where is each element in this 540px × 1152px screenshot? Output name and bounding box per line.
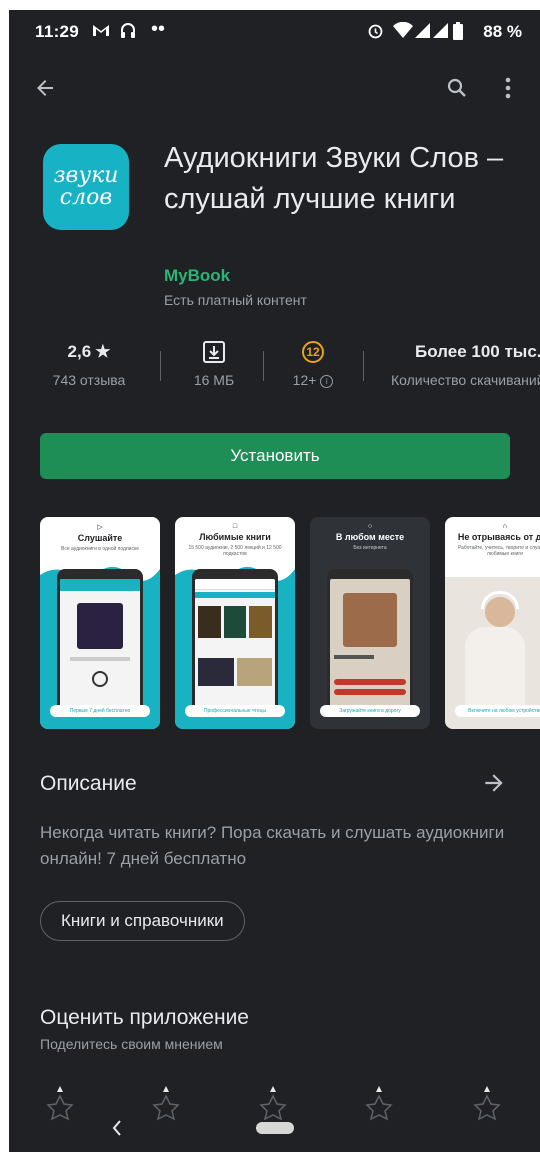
- screenshot-subtitle: Без интернета: [353, 545, 387, 551]
- screenshot-caption: Слушайте: [77, 533, 123, 543]
- more-notifications-icon: ••: [151, 18, 166, 40]
- arrow-left-icon: [37, 80, 53, 96]
- arrow-right-icon: [485, 774, 503, 792]
- star-icon: ★: [95, 342, 111, 361]
- nav-back-button[interactable]: [110, 1118, 124, 1143]
- screenshot-caption: В любом месте: [335, 532, 405, 542]
- app-title: Аудиокниги Звуки Слов – слушай лучшие кн…: [164, 142, 504, 215]
- downloads-stat: Более 100 тыс. Количество скачиваний: [387, 340, 540, 388]
- bag-icon: □: [232, 523, 238, 530]
- screenshot-caption: Любимые книги: [199, 532, 271, 542]
- rate-app-title: Оценить приложение: [40, 1006, 249, 1029]
- rate-star-3[interactable]: [255, 1084, 291, 1124]
- back-button[interactable]: [33, 76, 57, 100]
- headphones-icon: ∩: [502, 523, 508, 530]
- developer-link[interactable]: MyBook: [164, 266, 230, 286]
- screenshot-button: Первые 7 дней бесплатно: [50, 705, 150, 717]
- signal-icon: [415, 22, 449, 44]
- star-outline-icon: [259, 1086, 287, 1121]
- divider: [263, 351, 264, 381]
- phone-mockup: [192, 569, 278, 717]
- search-button[interactable]: [445, 76, 469, 100]
- review-count: 743 отзыва: [52, 372, 126, 388]
- rate-star-2[interactable]: [148, 1084, 184, 1124]
- nav-home-button[interactable]: [256, 1122, 294, 1134]
- screenshot-subtitle: Работайте, учитесь, творите и слушайте л…: [457, 545, 540, 557]
- downloads-count: Более 100 тыс.: [415, 342, 540, 361]
- download-icon: [203, 341, 225, 363]
- rate-app-subtitle: Поделитесь своим мнением: [40, 1036, 223, 1052]
- chevron-left-icon: [112, 1120, 121, 1136]
- rate-star-1[interactable]: [42, 1084, 78, 1124]
- screenshot-button: Профессиональные чтецы: [185, 705, 285, 717]
- gmail-icon: [91, 22, 111, 43]
- rating-stat[interactable]: 2,6 ★ 743 отзыва: [39, 340, 139, 388]
- headset-icon: [119, 22, 137, 45]
- screenshot-caption: Не отрываясь от дел: [457, 532, 540, 542]
- divider: [160, 351, 161, 381]
- more-options-button[interactable]: [503, 76, 513, 100]
- wifi-icon: [393, 21, 413, 44]
- divider: [363, 351, 364, 381]
- battery-icon: [453, 22, 463, 45]
- alarm-icon: [367, 22, 384, 44]
- screenshot-subtitle: 15 500 аудиокниг, 2 500 лекций и 12 500 …: [188, 545, 282, 557]
- rate-star-4[interactable]: [361, 1084, 397, 1124]
- screenshot-card[interactable]: ▷ Слушайте Все аудиокниги в одной подпис…: [40, 517, 160, 729]
- chat-icon: ○: [367, 523, 373, 530]
- star-outline-icon: [46, 1086, 74, 1121]
- info-icon: i: [320, 375, 334, 388]
- age-badge-icon: 12: [302, 341, 324, 363]
- paid-content-note: Есть платный контент: [164, 292, 307, 308]
- screenshot-subtitle: Все аудиокниги в одной подписке: [61, 546, 139, 552]
- more-vert-icon: [505, 77, 511, 99]
- phone-mockup: [327, 569, 413, 717]
- screenshot-button: Загружайте книги в дорогу: [320, 705, 420, 717]
- search-icon: [447, 78, 466, 97]
- phone-mockup: [57, 569, 143, 717]
- screenshot-button: Включите на любом устройстве: [455, 705, 540, 717]
- description-text: Некогда читать книги? Пора скачать и слу…: [40, 823, 505, 868]
- status-bar: 11:29 •• 88 %: [9, 10, 540, 54]
- screenshot-card[interactable]: ∩ Не отрываясь от дел Работайте, учитесь…: [445, 517, 540, 729]
- status-time: 11:29: [35, 22, 80, 41]
- rating-value: 2,6: [67, 342, 92, 361]
- screenshot-card[interactable]: □ Любимые книги 15 500 аудиокниг, 2 500 …: [175, 517, 295, 729]
- description-title: Описание: [40, 772, 137, 795]
- age-rating-stat[interactable]: 12 12+ i: [275, 340, 351, 388]
- star-outline-icon: [365, 1086, 393, 1121]
- play-icon: ▷: [97, 524, 103, 531]
- battery-percent: 88 %: [483, 22, 522, 41]
- star-outline-icon: [473, 1086, 501, 1121]
- downloads-label: Количество скачиваний: [391, 372, 540, 388]
- app-icon: звуки слов: [43, 144, 129, 230]
- rate-star-5[interactable]: [469, 1084, 505, 1124]
- app-icon-text-bottom: слов: [59, 185, 113, 210]
- play-store-app-page: 11:29 •• 88 % звуки слов Аудиокниги Звук…: [9, 10, 540, 1152]
- description-more-button[interactable]: [481, 770, 507, 801]
- star-outline-icon: [152, 1086, 180, 1121]
- size-stat: 16 МБ: [174, 340, 254, 388]
- app-size: 16 МБ: [193, 372, 235, 388]
- screenshot-card[interactable]: ○ В любом месте Без интернета Загружайте…: [310, 517, 430, 729]
- install-button[interactable]: Установить: [40, 433, 510, 479]
- category-chip[interactable]: Книги и справочники: [40, 901, 245, 941]
- age-rating-label: 12+: [292, 372, 317, 388]
